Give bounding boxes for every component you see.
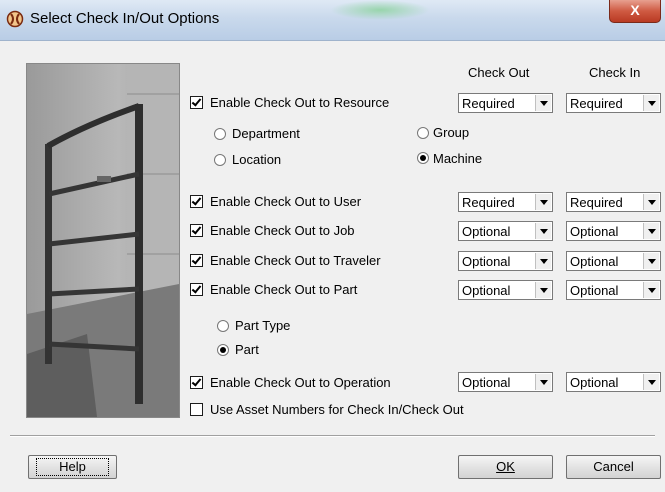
cancel-button-label: Cancel [593,459,634,474]
cart-photo [26,63,180,418]
resource-check-out-select[interactable]: Required [458,93,553,113]
operation-checkbox[interactable] [190,376,203,389]
machine-label: Machine [433,151,483,166]
check-out-header: Check Out [468,65,530,80]
resource-check-in-select[interactable]: Required [566,93,661,113]
part-radio[interactable] [217,344,229,356]
location-label: Location [232,152,282,167]
group-label: Group [433,125,470,140]
part-type-label: Part Type [235,318,291,333]
traveler-label: Enable Check Out to Traveler [210,253,381,268]
check-in-header: Check In [589,65,641,80]
chevron-down-icon[interactable] [535,95,551,111]
resource-label: Enable Check Out to Resource [210,95,390,110]
operation-check-in-select[interactable]: Optional [566,372,661,392]
window-title: Select Check In/Out Options [30,10,220,27]
resource-checkbox[interactable] [190,96,203,109]
part-label: Enable Check Out to Part [210,282,358,297]
chevron-down-icon[interactable] [643,95,659,111]
part-radio-label: Part [235,342,259,357]
chevron-down-icon[interactable] [643,223,659,239]
chevron-down-icon[interactable] [643,374,659,390]
traveler-check-in-value: Optional [570,254,619,269]
cancel-button[interactable]: Cancel [566,455,661,479]
user-checkbox[interactable] [190,195,203,208]
operation-label: Enable Check Out to Operation [210,375,391,390]
department-label: Department [232,126,300,141]
asset-numbers-label: Use Asset Numbers for Check In/Check Out [210,402,464,417]
dialog-content: Check Out Check In Enable Check Out to R… [0,41,665,492]
traveler-check-out-select[interactable]: Optional [458,251,553,271]
chevron-down-icon[interactable] [643,194,659,210]
separator [10,435,655,437]
user-label: Enable Check Out to User [210,194,362,209]
job-checkbox[interactable] [190,224,203,237]
user-check-in-value: Required [570,195,623,210]
ok-button-label: OK [496,459,515,474]
chevron-down-icon[interactable] [643,253,659,269]
job-check-out-value: Optional [462,224,511,239]
title-bar[interactable]: Select Check In/Out Options X [0,0,665,41]
chevron-down-icon[interactable] [535,194,551,210]
user-check-out-value: Required [462,195,515,210]
job-check-in-select[interactable]: Optional [566,221,661,241]
part-checkbox[interactable] [190,283,203,296]
operation-check-out-select[interactable]: Optional [458,372,553,392]
department-radio[interactable] [214,128,226,140]
job-check-out-select[interactable]: Optional [458,221,553,241]
help-button[interactable]: Help [28,455,117,479]
resource-check-out-value: Required [462,96,515,111]
chevron-down-icon[interactable] [535,253,551,269]
part-check-in-select[interactable]: Optional [566,280,661,300]
resource-check-in-value: Required [570,96,623,111]
operation-check-out-value: Optional [462,375,511,390]
traveler-checkbox[interactable] [190,254,203,267]
close-button[interactable]: X [609,0,661,23]
chevron-down-icon[interactable] [535,223,551,239]
part-check-out-value: Optional [462,283,511,298]
traveler-check-in-select[interactable]: Optional [566,251,661,271]
part-check-in-value: Optional [570,283,619,298]
ok-button[interactable]: OK [458,455,553,479]
title-bar-glow [330,0,430,20]
operation-check-in-value: Optional [570,375,619,390]
part-type-radio[interactable] [217,320,229,332]
chevron-down-icon[interactable] [535,374,551,390]
group-radio[interactable] [417,127,429,139]
machine-radio[interactable] [417,152,429,164]
job-label: Enable Check Out to Job [210,223,355,238]
app-icon [6,10,24,28]
chevron-down-icon[interactable] [643,282,659,298]
dialog-window: Select Check In/Out Options X Check Out … [0,0,665,492]
user-check-in-select[interactable]: Required [566,192,661,212]
chevron-down-icon[interactable] [535,282,551,298]
asset-numbers-checkbox[interactable] [190,403,203,416]
traveler-check-out-value: Optional [462,254,511,269]
user-check-out-select[interactable]: Required [458,192,553,212]
job-check-in-value: Optional [570,224,619,239]
part-check-out-select[interactable]: Optional [458,280,553,300]
help-button-label: Help [36,458,109,476]
location-radio[interactable] [214,154,226,166]
